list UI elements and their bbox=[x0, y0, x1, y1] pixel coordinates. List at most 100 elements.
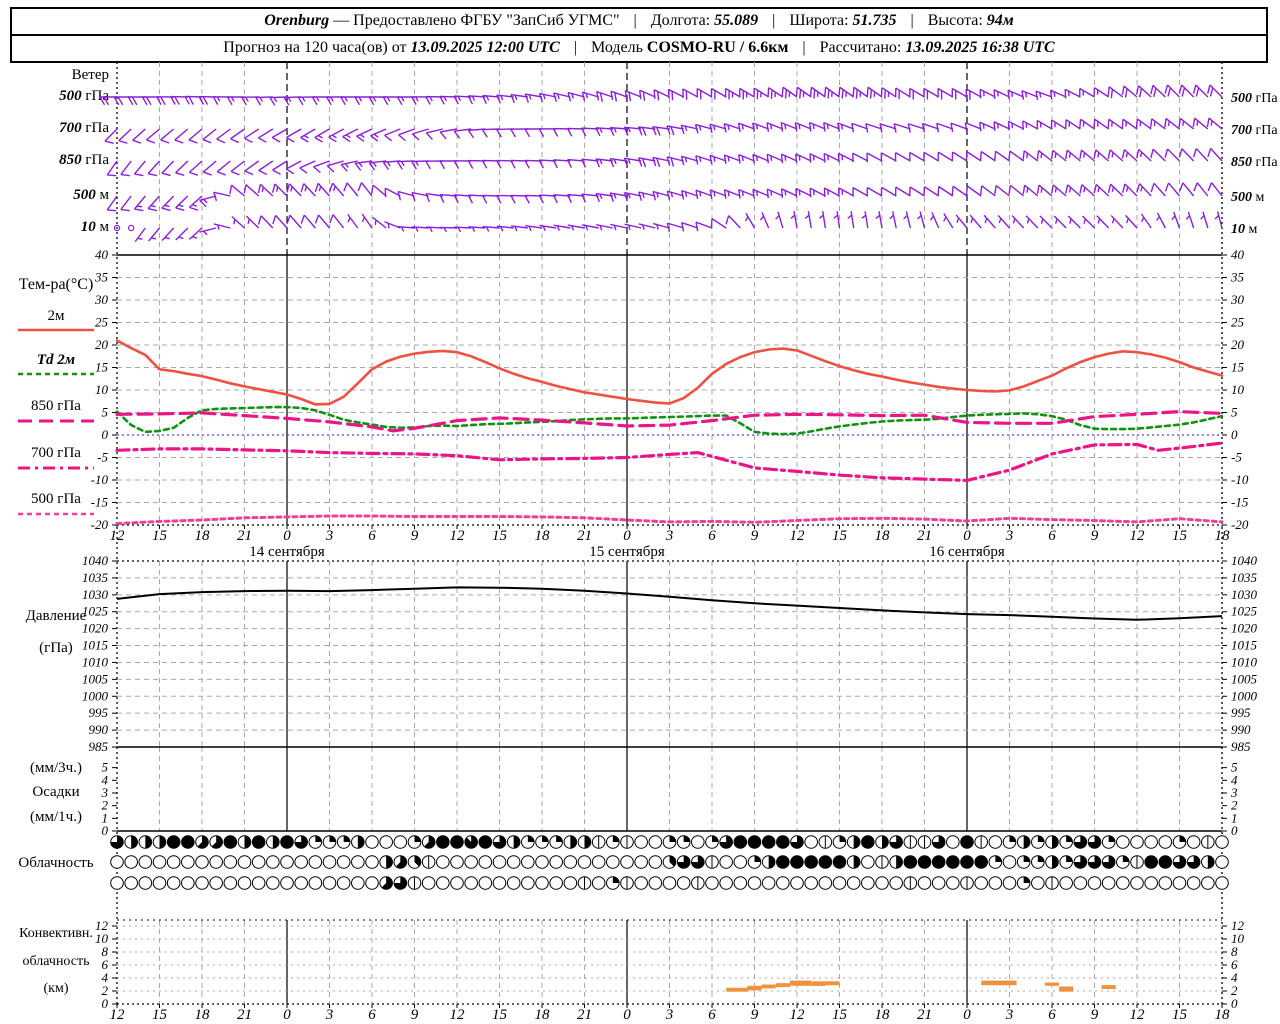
svg-text:6: 6 bbox=[1048, 1007, 1056, 1023]
svg-text:18: 18 bbox=[195, 1007, 211, 1023]
svg-text:21: 21 bbox=[577, 528, 592, 544]
svg-text:21: 21 bbox=[577, 1007, 592, 1023]
svg-text:9: 9 bbox=[751, 528, 759, 544]
svg-text:21: 21 bbox=[917, 528, 932, 544]
wind-barbs bbox=[99, 84, 1223, 243]
svg-text:15: 15 bbox=[1231, 360, 1245, 375]
svg-text:15: 15 bbox=[832, 528, 848, 544]
svg-text:0: 0 bbox=[623, 1007, 631, 1023]
svg-text:-20: -20 bbox=[91, 517, 109, 532]
conv-bar bbox=[1059, 986, 1074, 992]
svg-text:15: 15 bbox=[152, 1007, 168, 1023]
svg-text:0: 0 bbox=[623, 528, 631, 544]
svg-text:3: 3 bbox=[665, 528, 674, 544]
horizontal-gridlines bbox=[112, 254, 1227, 1005]
svg-text:9: 9 bbox=[411, 528, 419, 544]
svg-text:6: 6 bbox=[368, 528, 376, 544]
svg-text:35: 35 bbox=[94, 270, 109, 285]
svg-text:1015: 1015 bbox=[1231, 638, 1258, 653]
svg-text:3: 3 bbox=[1005, 1007, 1014, 1023]
svg-text:990: 990 bbox=[1231, 722, 1251, 737]
conv-bar bbox=[789, 980, 812, 986]
svg-text:12: 12 bbox=[450, 528, 466, 544]
svg-text:3: 3 bbox=[325, 1007, 334, 1023]
svg-text:21: 21 bbox=[237, 1007, 252, 1023]
svg-text:-10: -10 bbox=[91, 472, 109, 487]
svg-text:21: 21 bbox=[237, 528, 252, 544]
svg-text:-10: -10 bbox=[1231, 472, 1249, 487]
cloud-row-2 bbox=[110, 855, 1229, 869]
wind-barbs-500м bbox=[106, 182, 1223, 212]
svg-text:1025: 1025 bbox=[1231, 604, 1258, 619]
svg-text:9: 9 bbox=[751, 1007, 759, 1023]
svg-text:0: 0 bbox=[1231, 996, 1238, 1011]
conv-bar bbox=[775, 983, 790, 988]
svg-text:12: 12 bbox=[790, 1007, 806, 1023]
meteogram-page: Orenburg — Предоставлено ФГБУ "ЗапСиб УГ… bbox=[0, 0, 1280, 1024]
svg-text:1025: 1025 bbox=[82, 604, 109, 619]
cloud-row-1 bbox=[110, 835, 1229, 849]
svg-text:15: 15 bbox=[492, 528, 508, 544]
svg-text:0: 0 bbox=[102, 996, 109, 1011]
svg-text:-15: -15 bbox=[91, 495, 109, 510]
svg-text:15: 15 bbox=[832, 1007, 848, 1023]
svg-text:15: 15 bbox=[152, 528, 168, 544]
svg-text:985: 985 bbox=[1231, 739, 1251, 754]
svg-text:0: 0 bbox=[1231, 823, 1238, 838]
svg-text:0: 0 bbox=[283, 1007, 291, 1023]
conv-bar bbox=[1044, 982, 1060, 986]
svg-text:12: 12 bbox=[110, 1007, 126, 1023]
svg-text:0: 0 bbox=[963, 1007, 971, 1023]
svg-text:1020: 1020 bbox=[82, 621, 109, 636]
svg-text:18: 18 bbox=[875, 528, 891, 544]
svg-text:9: 9 bbox=[1091, 1007, 1099, 1023]
svg-text:1010: 1010 bbox=[82, 654, 109, 669]
svg-text:18: 18 bbox=[1215, 1007, 1231, 1023]
svg-text:1030: 1030 bbox=[82, 587, 109, 602]
svg-text:1000: 1000 bbox=[82, 688, 109, 703]
wind-barbs-10м bbox=[113, 211, 1223, 243]
svg-text:700 гПа: 700 гПа bbox=[1231, 123, 1278, 138]
svg-text:985: 985 bbox=[89, 739, 109, 754]
svg-text:40: 40 bbox=[95, 247, 109, 262]
svg-text:14 сентября: 14 сентября bbox=[249, 544, 325, 560]
svg-text:15: 15 bbox=[492, 1007, 508, 1023]
svg-text:1040: 1040 bbox=[1231, 553, 1258, 568]
svg-text:18: 18 bbox=[1215, 528, 1231, 544]
svg-text:-5: -5 bbox=[1231, 450, 1242, 465]
svg-text:9: 9 bbox=[411, 1007, 419, 1023]
svg-text:30: 30 bbox=[1230, 292, 1245, 307]
svg-text:500 м: 500 м bbox=[1231, 190, 1265, 205]
convective-cloud-bars bbox=[726, 980, 1116, 992]
meteogram-plot: 40 4035 3530 3025 2520 2015 1510 105 50 0-5 -5-10-… bbox=[82, 62, 1278, 1023]
cloud-row-3 bbox=[110, 876, 1229, 890]
svg-text:10: 10 bbox=[95, 382, 109, 397]
svg-text:35: 35 bbox=[1230, 270, 1245, 285]
svg-text:3: 3 bbox=[1005, 528, 1014, 544]
svg-text:1020: 1020 bbox=[1231, 621, 1258, 636]
svg-text:16 сентября: 16 сентября bbox=[929, 544, 1005, 560]
svg-text:12: 12 bbox=[450, 1007, 466, 1023]
svg-text:15: 15 bbox=[1172, 528, 1188, 544]
svg-text:0: 0 bbox=[283, 528, 291, 544]
conv-bar bbox=[825, 981, 840, 986]
svg-text:1010: 1010 bbox=[1231, 654, 1258, 669]
svg-text:25: 25 bbox=[95, 315, 109, 330]
svg-text:12: 12 bbox=[1130, 1007, 1146, 1023]
svg-text:-15: -15 bbox=[1231, 495, 1249, 510]
cloudiness-rows bbox=[110, 835, 1229, 890]
svg-text:6: 6 bbox=[708, 1007, 716, 1023]
svg-text:5: 5 bbox=[1231, 405, 1238, 420]
svg-text:15: 15 bbox=[95, 360, 109, 375]
wind-level-labels-right: 500 гПа 700 гПа 850 гПа 500 м 10 м bbox=[1231, 91, 1278, 237]
svg-text:850 гПа: 850 гПа bbox=[1231, 155, 1278, 170]
svg-text:500 гПа: 500 гПа bbox=[1231, 91, 1278, 106]
svg-text:1040: 1040 bbox=[82, 553, 109, 568]
svg-text:18: 18 bbox=[195, 528, 211, 544]
wind-barbs-500гПа bbox=[99, 84, 1223, 106]
svg-text:3: 3 bbox=[665, 1007, 674, 1023]
svg-text:1035: 1035 bbox=[82, 570, 109, 585]
svg-text:6: 6 bbox=[708, 528, 716, 544]
svg-text:990: 990 bbox=[89, 722, 109, 737]
svg-text:1030: 1030 bbox=[1231, 587, 1258, 602]
